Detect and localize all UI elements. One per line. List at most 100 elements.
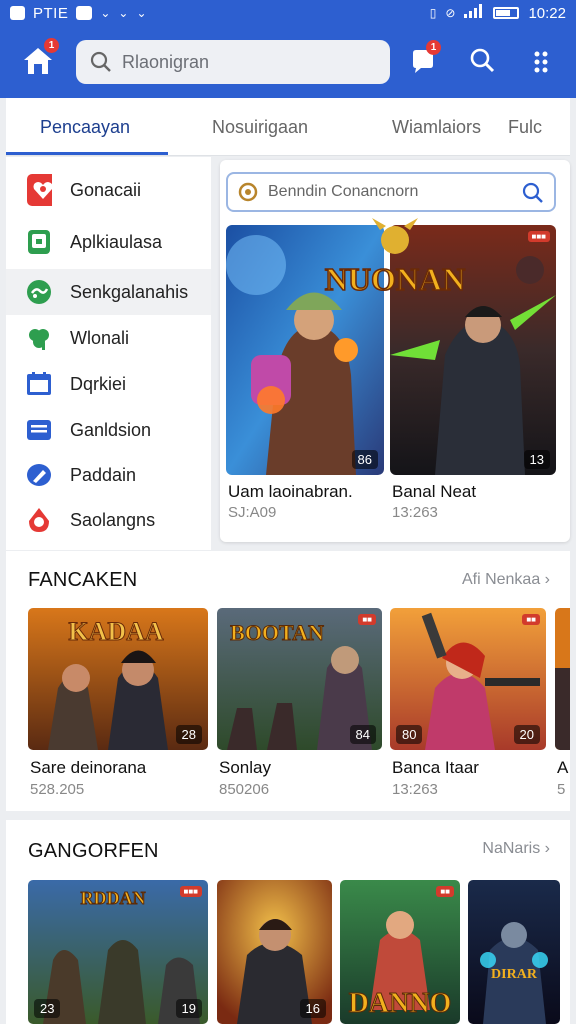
sidebar-item-paddain[interactable]: Paddain [6,452,211,498]
tab-fulc[interactable]: Fulc [508,98,542,156]
game-card-2-image[interactable]: BOOTAN ■■ 84 [217,608,382,750]
see-all-link[interactable]: Afi Nenkaa › [462,571,550,589]
game-card-5-image[interactable]: RDDAN ■■■ 23 19 [28,880,208,1024]
see-all-label: Afi Nenkaa [461,571,541,588]
featured-card-2-flag: ■■■ [527,231,550,242]
game-card-8-image[interactable]: DIRAR [468,880,560,1024]
featured-card-1-title: Uam laoinabran. [228,482,353,501]
app-notification-icon [10,6,25,20]
game-card-7-flag: ■■ [436,886,454,897]
sidebar-item-aplkiaulasa[interactable]: Aplkiaulasa [6,219,211,265]
home-button[interactable]: 1 [20,38,59,78]
game-card-6-badge: 16 [299,999,326,1018]
game-card-2-flag: ■■ [358,614,376,625]
dots-grid-icon [534,51,548,73]
sidebar-item-dqrkiei[interactable]: Dqrkiei [6,361,211,407]
featured-logo-text: NUONAN [325,261,465,297]
sidebar-item-label: Dqrkiei [70,373,127,394]
globe-icon [26,279,52,305]
sidebar-item-label: Saolangns [70,509,156,530]
featured-search-placeholder: Benndin Conancnorn [268,183,419,200]
chevron-right-icon: › [544,571,550,588]
chevron-icon-3: ⌄ [136,6,147,20]
game-card-5-art-text: RDDAN [81,888,146,908]
sidebar-item-ganldsion[interactable]: Ganldsion [6,407,211,453]
game-card-2-badge: 84 [349,725,376,744]
see-all-link-2[interactable]: NaNaris › [482,840,550,858]
tab-nosuirigaan[interactable]: Nosuirigaan [212,98,308,156]
section-heading: FANCAKEN [28,569,138,591]
calendar-icon [26,371,52,397]
gamepad-icon [238,182,258,202]
signal-icon [464,4,484,22]
more-button[interactable] [529,46,559,76]
search-icon [90,51,111,72]
featured-card-2-badge: 13 [523,450,550,469]
featured-card-2-meta: 13:263 [392,504,438,521]
game-card-4-image[interactable] [555,608,570,750]
game-card-3-meta: 13:263 [392,781,438,798]
active-tab-indicator [6,152,168,155]
game-card-3-image[interactable]: ■■ 80 20 [390,608,546,750]
message-icon [76,6,93,20]
game-card-3-flag: ■■ [522,614,540,625]
sidebar-item-label: Paddain [70,464,137,485]
clock: 10:22 [528,4,566,22]
game-card-3-badge-2: 20 [513,725,540,744]
game-card-4-title: A [557,758,569,777]
game-card-1-art-text: KADAA [68,617,164,646]
featured-search-input[interactable]: Benndin Conancnorn [226,172,556,212]
game-card-1-image[interactable]: KADAA 28 [28,608,208,750]
section-fancaken: FANCAKEN Afi Nenkaa › KADAA 28 BOOTAN ■■ [6,551,570,811]
game-card-4-meta: 5 [557,781,566,798]
game-card-2-meta: 850206 [219,781,270,798]
featured-card-1-badge: 86 [351,450,378,469]
phone-app-icon [26,229,52,255]
game-card-8-art-text: DIRAR [491,967,538,982]
chevron-icon-2: ⌄ [118,6,129,20]
section-gangorfen: GANGORFEN NaNaris › RDDAN ■■■ 23 19 16 D… [6,820,570,1024]
clover-icon [26,325,52,351]
featured-logo-banner: NUONAN [310,210,480,305]
home-badge: 1 [44,38,59,53]
search-placeholder: Rlaonigran [122,51,210,72]
game-card-5-badge-2: 19 [175,999,202,1018]
sidebar-item-label: Wlonali [70,327,130,348]
sidebar-item-senkgalanahis[interactable]: Senkgalanahis [6,269,211,315]
game-card-3-badge: 80 [396,725,423,744]
game-card-7-art-text: DANNO [349,988,452,1019]
game-card-6-image[interactable]: 16 [217,880,332,1024]
featured-panel: Benndin Conancnorn 86 ■■■ 13 NUONAN Uam … [220,160,570,542]
chevron-icon: ⌄ [100,6,111,20]
search-input[interactable]: Rlaonigran [76,40,390,84]
pen-icon [26,462,52,488]
sidebar-item-label: Gonacaii [70,179,142,200]
status-bar: PTIE ⌄ ⌄ ⌄ ▯ ⊘ 10:22 [0,0,576,26]
sidebar-item-label: Senkgalanahis [70,281,189,302]
search-button[interactable] [468,46,498,76]
sidebar-item-wlonali[interactable]: Wlonali [6,315,211,361]
featured-card-1-meta: SJ:A09 [228,504,277,521]
drop-icon [26,507,52,533]
tab-pencaayan[interactable]: Pencaayan [40,98,130,156]
document-icon [26,417,52,443]
battery-icon [493,7,520,19]
chevron-right-icon-2: › [544,840,550,857]
sidebar-item-saolangns[interactable]: Saolangns [6,497,211,543]
app-bar: 1 Rlaonigran 1 [0,26,576,98]
tab-bar: Pencaayan Nosuirigaan Wiamlaiors Fulc [6,98,570,156]
game-card-1-meta: 528.205 [30,781,85,798]
game-card-1-title: Sare deinorana [30,758,147,777]
sidebar-item-gonacaii[interactable]: Gonacaii [6,167,211,213]
sidebar-item-label: Aplkiaulasa [70,231,163,252]
no-signal-icon: ⊘ [445,6,456,20]
game-card-2-title: Sonlay [219,758,271,777]
game-card-5-flag: ■■■ [179,886,202,897]
category-sidebar: Gonacaii Aplkiaulasa Senkgalanahis Wlona… [6,157,211,550]
see-all-label-2: NaNaris [482,840,541,857]
notifications-button[interactable]: 1 [408,40,441,76]
game-card-7-image[interactable]: DANNO ■■ [340,880,460,1024]
tab-wiamlaiors[interactable]: Wiamlaiors [392,98,481,156]
gamepad-heart-icon [26,174,52,206]
section-heading-2: GANGORFEN [28,840,159,862]
